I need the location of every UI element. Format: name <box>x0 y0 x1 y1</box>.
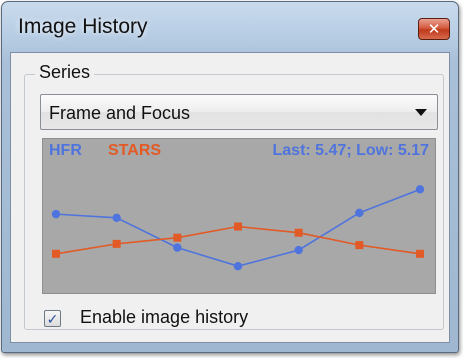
stars-point-2 <box>112 239 121 248</box>
stars-point-7 <box>416 249 424 258</box>
title-bar[interactable]: Image History ✕ <box>2 2 458 50</box>
enable-history-checkbox[interactable]: ✓ <box>44 310 61 327</box>
stars-point-1 <box>52 249 60 258</box>
chevron-down-icon[interactable] <box>415 109 427 116</box>
stars-point-3 <box>173 233 182 242</box>
close-icon: ✕ <box>427 21 441 38</box>
history-chart: HFR STARS Last: 5.47; Low: 5.17 <box>42 138 436 294</box>
hfr-point-4 <box>233 262 243 271</box>
series-select[interactable]: Frame and Focus <box>40 94 438 130</box>
stars-point-5 <box>294 228 303 237</box>
series-select-value: Frame and Focus <box>49 103 191 123</box>
hfr-point-1 <box>51 209 61 219</box>
hfr-point-7 <box>415 185 425 194</box>
series-group-label: Series <box>35 62 95 83</box>
hfr-point-5 <box>294 245 303 255</box>
stars-point-6 <box>355 241 364 250</box>
stars-series-line <box>55 225 421 255</box>
hfr-point-3 <box>173 243 182 252</box>
window-title: Image History <box>18 15 148 38</box>
legend-stars: STARS <box>108 142 162 159</box>
close-button[interactable]: ✕ <box>418 18 450 40</box>
checkmark-icon: ✓ <box>46 310 59 327</box>
hfr-point-2 <box>112 213 121 223</box>
hfr-stats: Last: 5.47; Low: 5.17 <box>272 142 430 159</box>
history-chart-plot <box>51 185 425 271</box>
legend-hfr: HFR <box>49 142 82 159</box>
enable-history-label[interactable]: Enable image history <box>80 307 248 328</box>
hfr-point-6 <box>355 208 364 218</box>
stars-point-4 <box>234 222 242 231</box>
